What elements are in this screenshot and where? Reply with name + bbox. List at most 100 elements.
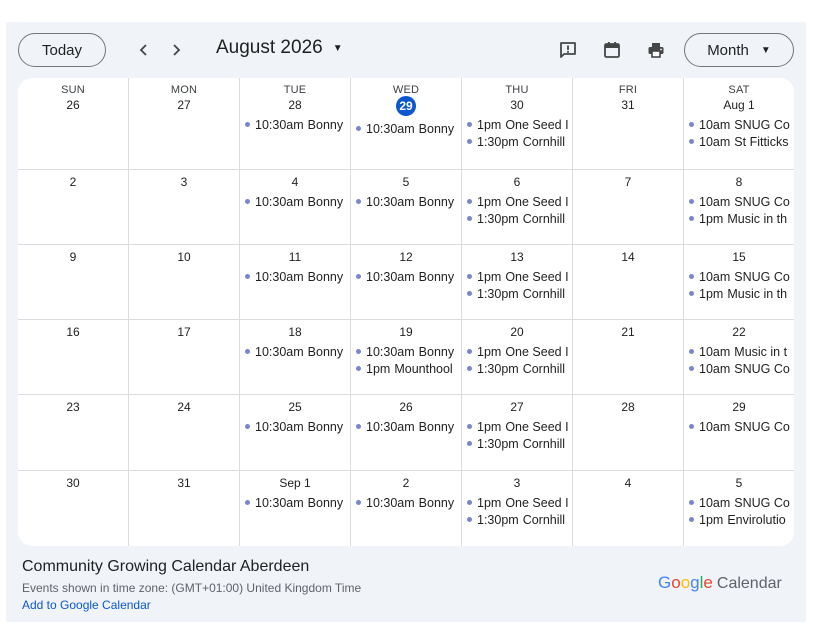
- day-cell[interactable]: 4: [573, 471, 684, 546]
- event-chip[interactable]: 1pm One Seed I: [462, 116, 572, 133]
- event-chip[interactable]: 10am St Fitticks: [684, 133, 794, 150]
- day-cell[interactable]: 30: [18, 471, 129, 546]
- day-cell[interactable]: 27 1pm One Seed I 1:30pm Cornhill: [462, 395, 573, 471]
- day-cell[interactable]: 23: [18, 395, 129, 471]
- event-chip[interactable]: 1:30pm Cornhill: [462, 285, 572, 302]
- day-cell[interactable]: SUN 26: [18, 78, 129, 170]
- day-cell[interactable]: 26 10:30am Bonny: [351, 395, 462, 471]
- event-chip[interactable]: 1:30pm Cornhill: [462, 511, 572, 528]
- event-time: 1pm: [699, 286, 724, 301]
- event-title: Bonny: [418, 419, 455, 434]
- event-list: 1pm One Seed I 1:30pm Cornhill: [462, 418, 572, 452]
- event-chip[interactable]: 10:30am Bonny: [351, 494, 461, 511]
- event-time: 1pm: [477, 194, 502, 209]
- day-cell[interactable]: 13 1pm One Seed I 1:30pm Cornhill: [462, 245, 573, 320]
- event-chip[interactable]: 1:30pm Cornhill: [462, 133, 572, 150]
- event-chip[interactable]: 10:30am Bonny: [351, 418, 461, 435]
- day-cell[interactable]: 15 10am SNUG Co 1pm Music in th: [684, 245, 794, 320]
- view-mode-dropdown[interactable]: Month ▼: [684, 33, 794, 67]
- day-cell[interactable]: 24: [129, 395, 240, 471]
- event-dot-icon: [245, 424, 250, 429]
- day-cell[interactable]: 21: [573, 320, 684, 395]
- event-chip[interactable]: 10:30am Bonny: [351, 343, 461, 360]
- event-chip[interactable]: 1pm Music in th: [684, 210, 794, 227]
- event-chip[interactable]: 1pm One Seed I: [462, 418, 572, 435]
- day-cell[interactable]: 12 10:30am Bonny: [351, 245, 462, 320]
- day-cell[interactable]: 19 10:30am Bonny 1pm Mounthool: [351, 320, 462, 395]
- event-chip[interactable]: 1:30pm Cornhill: [462, 210, 572, 227]
- event-chip[interactable]: 10am SNUG Co: [684, 360, 794, 377]
- day-cell[interactable]: 16: [18, 320, 129, 395]
- event-chip[interactable]: 10:30am Bonny: [240, 418, 350, 435]
- open-calendar-button[interactable]: [601, 39, 623, 61]
- event-chip[interactable]: 1pm Envirolutio: [684, 511, 794, 528]
- event-chip[interactable]: 1pm Mounthool: [351, 360, 461, 377]
- event-chip[interactable]: 10am Music in t: [684, 343, 794, 360]
- event-chip[interactable]: 1pm One Seed I: [462, 268, 572, 285]
- event-chip[interactable]: 10:30am Bonny: [351, 193, 461, 210]
- event-chip[interactable]: 1pm One Seed I: [462, 494, 572, 511]
- day-cell[interactable]: 4 10:30am Bonny: [240, 170, 351, 245]
- day-cell[interactable]: 31: [129, 471, 240, 546]
- day-cell[interactable]: THU 30 1pm One Seed I 1:30pm Cornhill: [462, 78, 573, 170]
- event-chip[interactable]: 10am SNUG Co: [684, 193, 794, 210]
- day-cell[interactable]: 25 10:30am Bonny: [240, 395, 351, 471]
- day-cell[interactable]: 18 10:30am Bonny: [240, 320, 351, 395]
- day-cell[interactable]: 28: [573, 395, 684, 471]
- day-cell[interactable]: 8 10am SNUG Co 1pm Music in th: [684, 170, 794, 245]
- day-cell[interactable]: 11 10:30am Bonny: [240, 245, 351, 320]
- event-chip[interactable]: 1pm One Seed I: [462, 343, 572, 360]
- day-cell[interactable]: 5 10am SNUG Co 1pm Envirolutio: [684, 471, 794, 546]
- event-chip[interactable]: 10am SNUG Co: [684, 268, 794, 285]
- day-cell[interactable]: 5 10:30am Bonny: [351, 170, 462, 245]
- day-cell[interactable]: TUE 28 10:30am Bonny: [240, 78, 351, 170]
- event-chip[interactable]: 1pm One Seed I: [462, 193, 572, 210]
- day-cell[interactable]: 7: [573, 170, 684, 245]
- day-cell[interactable]: SAT Aug 1 10am SNUG Co 10am St Fitticks: [684, 78, 794, 170]
- day-cell[interactable]: Sep 1 10:30am Bonny: [240, 471, 351, 546]
- day-cell[interactable]: 9: [18, 245, 129, 320]
- event-title: Bonny: [418, 269, 455, 284]
- day-cell[interactable]: MON 27: [129, 78, 240, 170]
- event-chip[interactable]: 10am SNUG Co: [684, 494, 794, 511]
- next-month-button[interactable]: [165, 39, 187, 61]
- day-cell[interactable]: 10: [129, 245, 240, 320]
- event-chip[interactable]: 1:30pm Cornhill: [462, 360, 572, 377]
- prev-month-button[interactable]: [133, 39, 155, 61]
- day-cell[interactable]: 14: [573, 245, 684, 320]
- event-chip[interactable]: 10:30am Bonny: [351, 268, 461, 285]
- print-button[interactable]: [645, 39, 667, 61]
- day-cell[interactable]: 22 10am Music in t 10am SNUG Co: [684, 320, 794, 395]
- event-chip[interactable]: 10:30am Bonny: [240, 193, 350, 210]
- feedback-button[interactable]: [557, 39, 579, 61]
- today-button[interactable]: Today: [18, 33, 106, 67]
- day-cell[interactable]: 29 10am SNUG Co: [684, 395, 794, 471]
- day-cell[interactable]: 3: [129, 170, 240, 245]
- day-cell[interactable]: 3 1pm One Seed I 1:30pm Cornhill: [462, 471, 573, 546]
- event-chip[interactable]: 10:30am Bonny: [240, 268, 350, 285]
- event-dot-icon: [689, 122, 694, 127]
- event-chip[interactable]: 1pm Music in th: [684, 285, 794, 302]
- month-title-dropdown[interactable]: August 2026 ▼: [216, 37, 343, 59]
- day-cell[interactable]: 20 1pm One Seed I 1:30pm Cornhill: [462, 320, 573, 395]
- google-calendar-logo[interactable]: Google Calendar: [658, 573, 782, 593]
- day-cell[interactable]: 2 10:30am Bonny: [351, 471, 462, 546]
- event-chip[interactable]: 10:30am Bonny: [240, 116, 350, 133]
- event-chip[interactable]: 10am SNUG Co: [684, 418, 794, 435]
- day-number: 17: [177, 325, 191, 339]
- day-cell[interactable]: 6 1pm One Seed I 1:30pm Cornhill: [462, 170, 573, 245]
- day-cell[interactable]: FRI 31: [573, 78, 684, 170]
- day-number: 27: [177, 98, 191, 112]
- day-cell[interactable]: 2: [18, 170, 129, 245]
- event-dot-icon: [467, 366, 472, 371]
- day-number: 19: [399, 325, 413, 339]
- add-to-google-calendar-link[interactable]: Add to Google Calendar: [22, 598, 151, 612]
- event-chip[interactable]: 10:30am Bonny: [351, 120, 461, 137]
- event-chip[interactable]: 10am SNUG Co: [684, 116, 794, 133]
- day-cell[interactable]: WED 29 10:30am Bonny: [351, 78, 462, 170]
- event-chip[interactable]: 10:30am Bonny: [240, 343, 350, 360]
- event-chip[interactable]: 1:30pm Cornhill: [462, 435, 572, 452]
- day-cell[interactable]: 17: [129, 320, 240, 395]
- event-time: 1:30pm: [477, 211, 519, 226]
- event-chip[interactable]: 10:30am Bonny: [240, 494, 350, 511]
